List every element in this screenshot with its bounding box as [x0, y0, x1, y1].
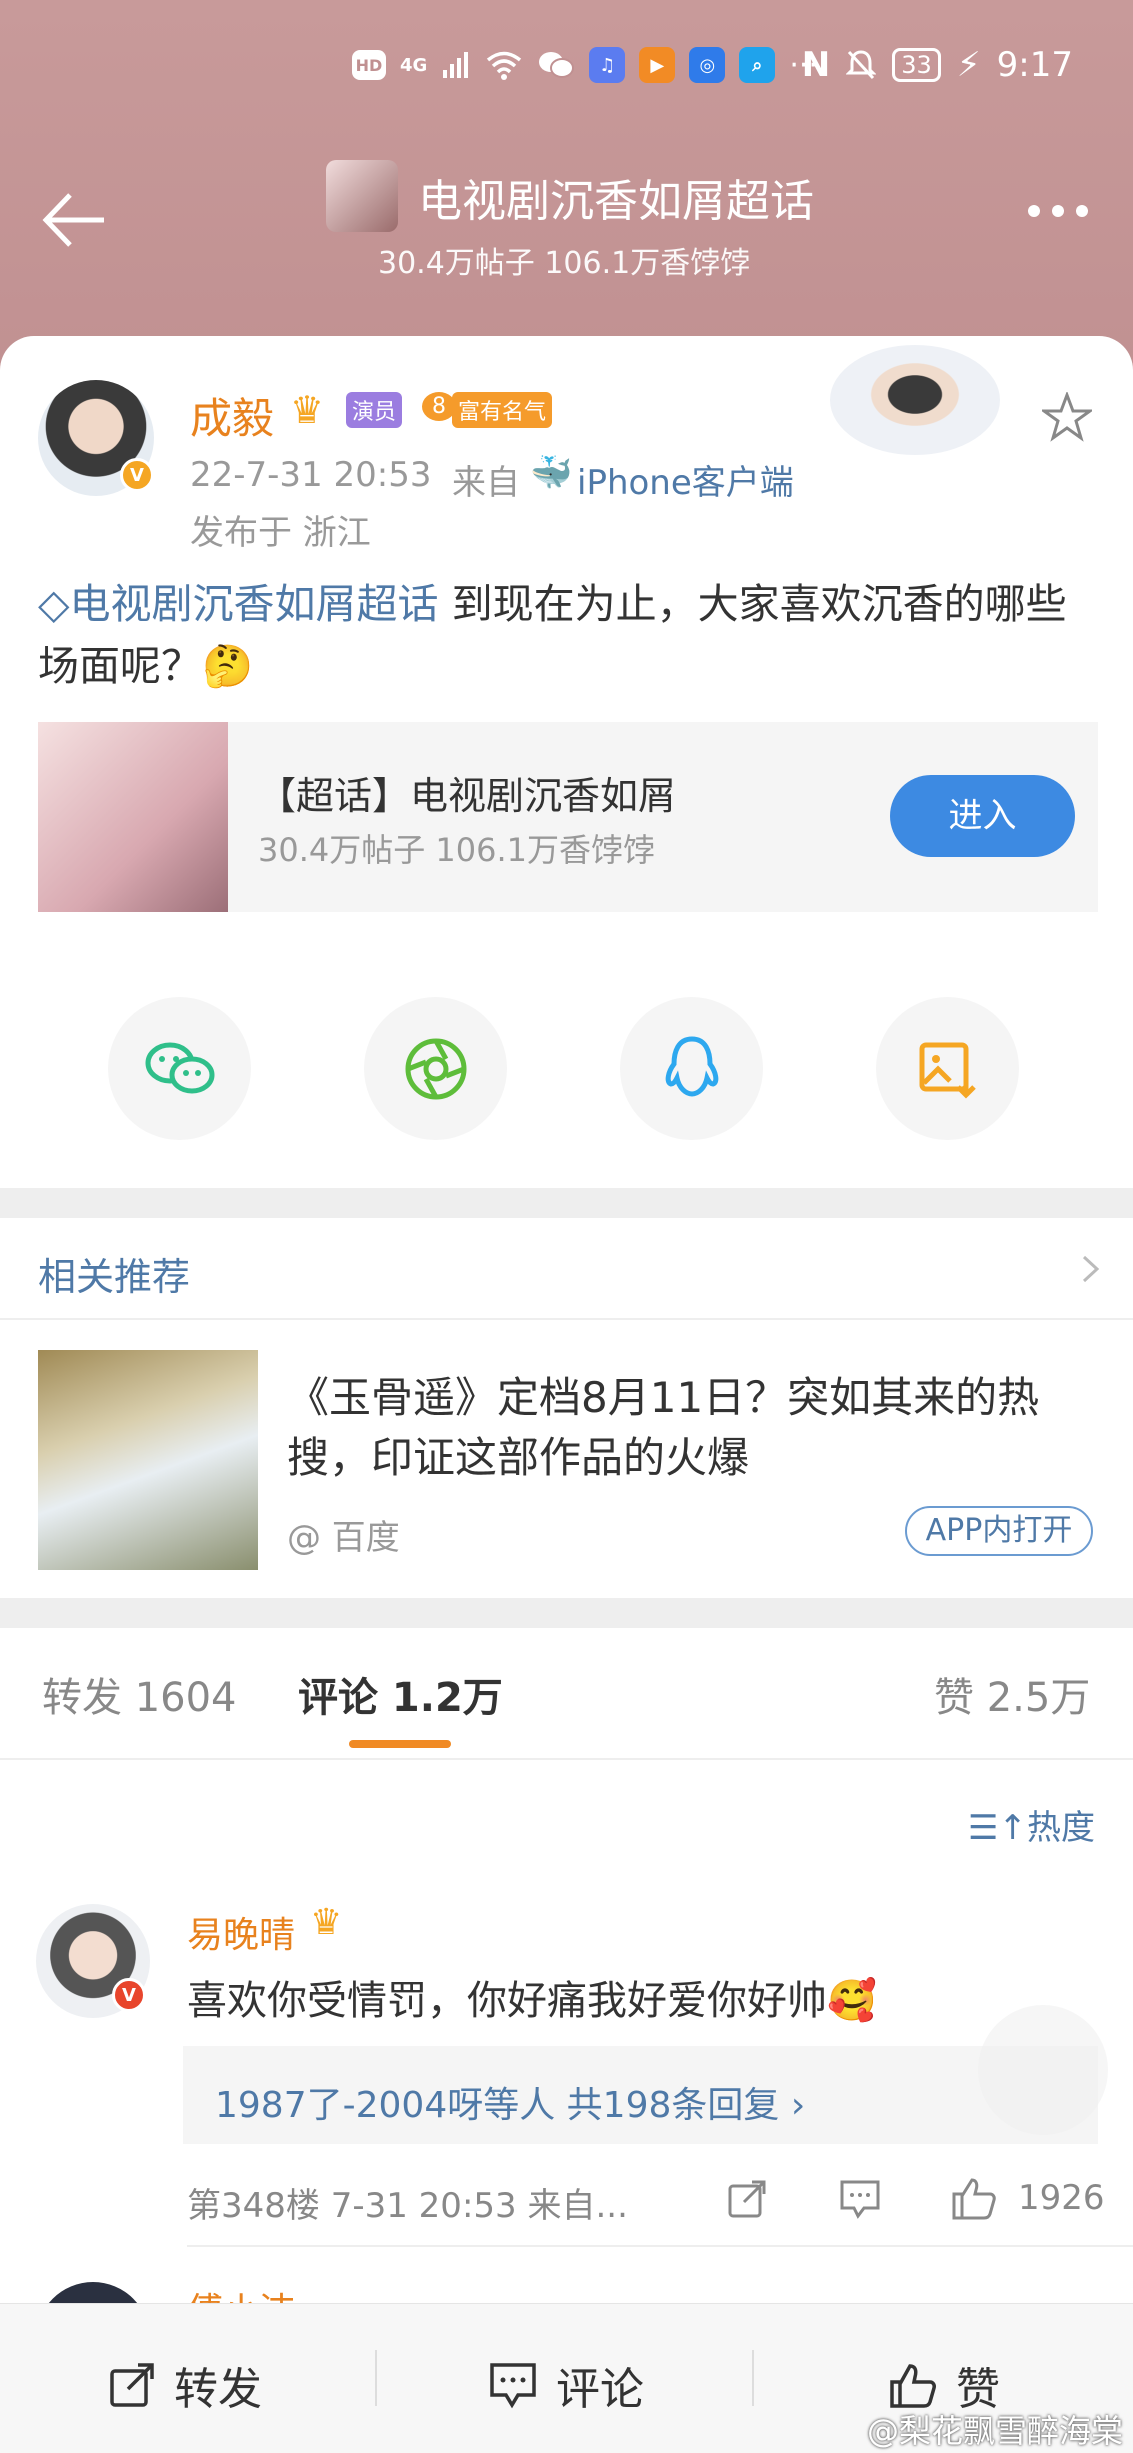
- recommend-thumbnail[interactable]: [38, 1350, 258, 1570]
- post-body: ◇电视剧沉香如屑超话 到现在为止，大家喜欢沉香的哪些场面呢？🤔: [38, 573, 1098, 697]
- share-moments-button[interactable]: [364, 997, 507, 1140]
- battery-indicator: 33: [892, 48, 941, 82]
- chevron-right-icon[interactable]: [1080, 1254, 1102, 1284]
- repost-icon: [110, 2363, 154, 2407]
- favorite-star-icon[interactable]: [1042, 392, 1092, 442]
- wifi-icon: [487, 51, 522, 80]
- video-app-icon: ▶: [639, 47, 676, 83]
- music-app-icon: ♫: [589, 47, 626, 83]
- fame-tag: 富有名气: [452, 392, 553, 428]
- tab-comment[interactable]: 评论 1.2万: [298, 1665, 503, 1723]
- comment-divider: [187, 2245, 1133, 2247]
- charging-icon: ⚡: [956, 45, 981, 85]
- wechat-icon: [539, 52, 575, 78]
- tab-like[interactable]: 赞 2.5万: [934, 1665, 1090, 1723]
- signal-icon: [443, 52, 469, 78]
- verified-badge-icon: V: [120, 458, 154, 492]
- level-tag: 8: [422, 392, 456, 421]
- recommend-item-title[interactable]: 《玉骨遥》定档8月11日？突如其来的热搜，印证这部作品的火爆: [287, 1368, 1107, 1488]
- nfc-icon: N: [801, 45, 831, 85]
- watermark: @梨花飘雪醉海棠: [866, 2412, 1123, 2450]
- search-app-icon: ⌕: [739, 47, 776, 83]
- recommend-source: @ 百度: [287, 1518, 400, 1558]
- status-bar: HD 4G ♫ ▶ ◎ ⌕ ··· N 33 ⚡ 9:17: [0, 40, 1133, 90]
- comment-icon[interactable]: [838, 2178, 882, 2220]
- actor-tag: 演员: [346, 392, 403, 428]
- mute-icon: [846, 50, 877, 80]
- bar-separator: [375, 2350, 377, 2406]
- bulb-app-icon: ◎: [689, 47, 726, 83]
- more-menu-button[interactable]: [1028, 205, 1088, 217]
- post-location: 发布于 浙江: [190, 513, 371, 553]
- clock: 9:17: [996, 45, 1073, 85]
- crown-icon: ♛: [310, 1902, 343, 1943]
- like-icon: [890, 2364, 936, 2408]
- save-image-icon: [919, 1042, 976, 1099]
- translate-float-button[interactable]: [978, 2005, 1108, 2135]
- save-image-button[interactable]: [876, 997, 1019, 1140]
- section-divider: [0, 1188, 1133, 1218]
- active-tab-indicator: [349, 1740, 451, 1748]
- comment-meta: 第348楼 7-31 20:53 来自...: [187, 2186, 628, 2226]
- source-client[interactable]: iPhone客户端: [577, 455, 794, 504]
- qq-icon: [665, 1035, 718, 1097]
- tab-repost[interactable]: 转发 1604: [42, 1665, 237, 1723]
- super-topic-title: 【超话】电视剧沉香如屑: [258, 774, 677, 818]
- super-topic-cover: [38, 722, 228, 912]
- comment-like-count: 1926: [1018, 2178, 1105, 2218]
- diamond-icon: ◇: [38, 580, 70, 628]
- topic-link[interactable]: ◇电视剧沉香如屑超话: [38, 580, 439, 628]
- reply-summary[interactable]: 1987了-2004呀等人 共198条回复 ›: [215, 2076, 805, 2128]
- topic-stats: 30.4万帖子 106.1万香饽饽: [378, 246, 751, 281]
- sort-label: 热度: [1027, 1808, 1095, 1848]
- comment-text: 喜欢你受情罚，你好痛我好爱你好帅🥰: [187, 1978, 877, 2024]
- source-prefix: 来自: [452, 463, 520, 503]
- bottom-comment-button[interactable]: 评论: [488, 2353, 644, 2417]
- bottom-comment-label: 评论: [556, 2364, 644, 2415]
- section-line: [0, 1318, 1133, 1320]
- section-divider: [0, 1598, 1133, 1628]
- topic-title: 电视剧沉香如屑超话: [418, 176, 814, 227]
- topic-thumbnail: [326, 160, 398, 232]
- verified-badge-icon: V: [112, 1978, 146, 2012]
- super-topic-stats: 30.4万帖子 106.1万香饽饽: [258, 831, 656, 869]
- crown-icon: ♛: [290, 388, 325, 432]
- post-time: 22-7-31 20:53: [190, 455, 432, 495]
- network-4g-icon: 4G: [400, 54, 428, 76]
- share-wechat-button[interactable]: [108, 997, 251, 1140]
- decoration-card-image: [830, 345, 1000, 455]
- related-recommend-heading: 相关推荐: [38, 1255, 191, 1299]
- sort-icon: ☰↑: [968, 1808, 1027, 1848]
- bottom-repost-button[interactable]: 转发: [108, 2353, 262, 2417]
- source-app-icon: 🐳: [530, 453, 573, 493]
- back-arrow-icon[interactable]: [40, 185, 110, 255]
- like-icon[interactable]: [950, 2174, 998, 2222]
- open-in-app-button[interactable]: APP内打开: [905, 1506, 1093, 1556]
- moments-icon: [405, 1038, 466, 1099]
- wechat-icon: [145, 1042, 214, 1093]
- author-name[interactable]: 成毅: [190, 385, 274, 446]
- enter-button[interactable]: 进入: [890, 775, 1075, 857]
- bar-separator: [752, 2350, 754, 2406]
- comment-icon: [490, 2363, 536, 2409]
- sort-button[interactable]: ☰↑热度: [968, 1800, 1095, 1849]
- repost-icon[interactable]: [726, 2178, 768, 2220]
- share-qq-button[interactable]: [620, 997, 763, 1140]
- hd-icon: HD: [352, 50, 386, 80]
- commenter-name[interactable]: 易晚晴: [187, 1906, 295, 1958]
- bottom-repost-label: 转发: [174, 2364, 262, 2415]
- tabs-divider: [0, 1758, 1133, 1760]
